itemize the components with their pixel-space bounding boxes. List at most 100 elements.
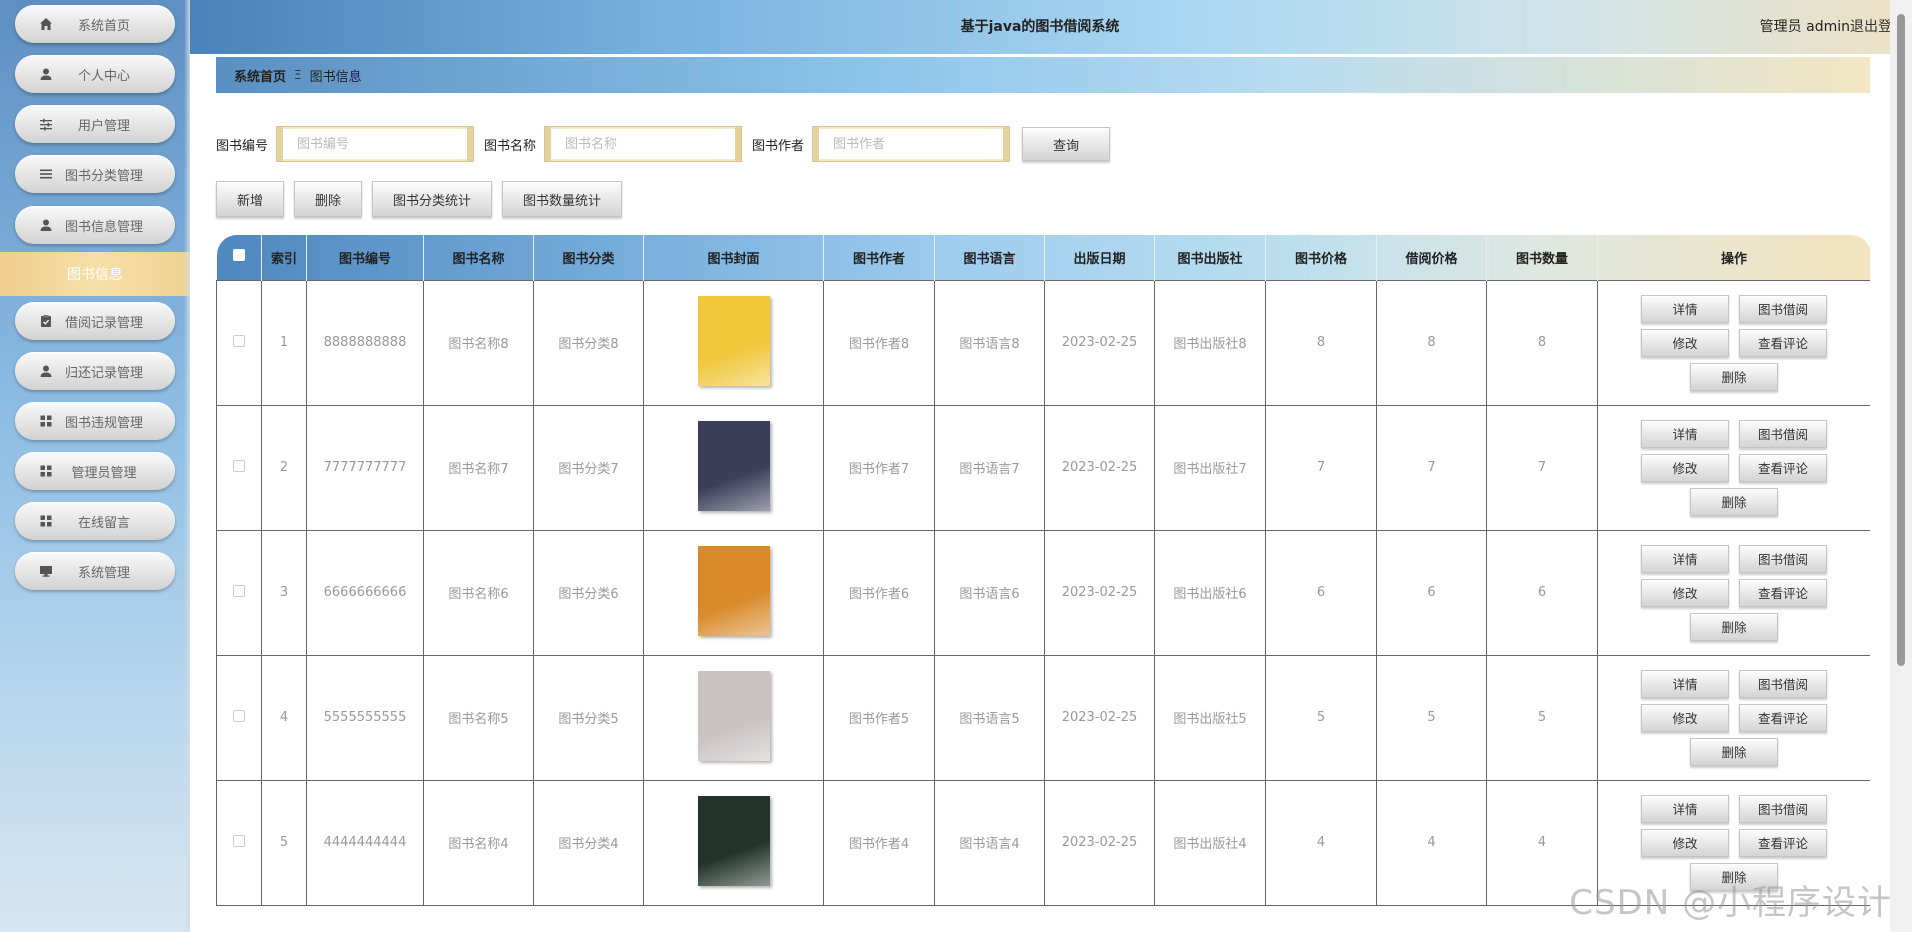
row-delete-button[interactable]: 删除 (1690, 487, 1778, 516)
sidebar-item-10[interactable]: 在线留言 (15, 502, 175, 540)
book-author-label: 图书作者 (752, 138, 805, 154)
detail-button[interactable]: 详情 (1641, 794, 1729, 823)
borrow-button[interactable]: 图书借阅 (1739, 544, 1827, 573)
sidebar-item-1[interactable]: 系统首页 (15, 5, 175, 43)
add-button[interactable]: 新增 (216, 181, 285, 217)
sidebar-item-3[interactable]: 用户管理 (15, 105, 175, 143)
row-select-cell[interactable] (216, 404, 262, 531)
cell-index: 2 (261, 404, 307, 531)
view-comments-button[interactable]: 查看评论 (1739, 328, 1827, 357)
quantity-stats-button[interactable]: 图书数量统计 (502, 181, 623, 217)
book-cover-image (697, 420, 770, 511)
cell-quantity: 7 (1486, 404, 1598, 531)
home-icon (37, 15, 55, 33)
sidebar-item-label: 归还记录管理 (64, 365, 143, 381)
borrow-button[interactable]: 图书借阅 (1739, 419, 1827, 448)
book-author-input[interactable] (812, 126, 1011, 162)
batch-delete-button[interactable]: 删除 (294, 181, 363, 217)
view-comments-button[interactable]: 查看评论 (1739, 453, 1827, 482)
edit-button[interactable]: 修改 (1641, 578, 1729, 607)
detail-button[interactable]: 详情 (1641, 544, 1729, 573)
sidebar-item-9[interactable]: 管理员管理 (15, 452, 175, 490)
view-comments-button[interactable]: 查看评论 (1739, 703, 1827, 732)
row-select-cell[interactable] (216, 279, 262, 406)
row-delete-button[interactable]: 删除 (1690, 362, 1778, 391)
cell-publisher: 图书出版社6 (1154, 529, 1266, 656)
sidebar-item-11[interactable]: 系统管理 (15, 552, 175, 590)
cell-author: 图书作者4 (823, 779, 935, 906)
select-all-checkbox[interactable] (232, 249, 245, 262)
borrow-button[interactable]: 图书借阅 (1739, 794, 1827, 823)
detail-button[interactable]: 详情 (1641, 419, 1729, 448)
query-button[interactable]: 查询 (1022, 127, 1111, 161)
sidebar-subitem-book-info[interactable]: 图书信息 (0, 252, 190, 296)
cell-code: 5555555555 (306, 654, 424, 781)
sidebar-item-7[interactable]: 归还记录管理 (15, 352, 175, 390)
book-cover-image (697, 795, 770, 886)
op-row: 修改 查看评论 (1641, 328, 1827, 357)
scrollbar-thumb[interactable] (1897, 14, 1905, 666)
edit-button[interactable]: 修改 (1641, 828, 1729, 857)
book-cover-image (697, 670, 770, 761)
sidebar-item-6[interactable]: 借阅记录管理 (15, 302, 175, 340)
cell-borrow-price: 6 (1376, 529, 1487, 656)
cell-index: 1 (261, 279, 307, 406)
edit-button[interactable]: 修改 (1641, 703, 1729, 732)
book-cover-image (697, 545, 770, 636)
cell-index: 4 (261, 654, 307, 781)
row-select-cell[interactable] (216, 529, 262, 656)
row-checkbox[interactable] (233, 834, 245, 847)
select-all-header[interactable] (216, 235, 262, 280)
column-header: 出版日期 (1044, 235, 1155, 280)
book-name-input[interactable] (544, 126, 743, 162)
sidebar-item-2[interactable]: 个人中心 (15, 55, 175, 93)
cell-index: 5 (261, 779, 307, 906)
detail-button[interactable]: 详情 (1641, 294, 1729, 323)
sidebar-item-5[interactable]: 图书信息管理 (15, 206, 175, 244)
cell-borrow-price: 8 (1376, 279, 1487, 406)
sidebar-item-8[interactable]: 图书违规管理 (15, 402, 175, 440)
view-comments-button[interactable]: 查看评论 (1739, 578, 1827, 607)
row-select-cell[interactable] (216, 654, 262, 781)
row-delete-button[interactable]: 删除 (1690, 737, 1778, 766)
edit-button[interactable]: 修改 (1641, 328, 1729, 357)
cell-author: 图书作者7 (823, 404, 935, 531)
category-stats-button[interactable]: 图书分类统计 (372, 181, 493, 217)
op-row: 详情 图书借阅 (1641, 794, 1827, 823)
row-checkbox[interactable] (233, 584, 245, 597)
cell-code: 7777777777 (306, 404, 424, 531)
row-delete-button[interactable]: 删除 (1690, 612, 1778, 641)
row-checkbox[interactable] (233, 459, 245, 472)
person-icon (37, 65, 55, 83)
cell-name: 图书名称4 (423, 779, 534, 906)
row-checkbox[interactable] (233, 709, 245, 722)
person-icon (37, 362, 55, 380)
table-row: 2 7777777777 图书名称7 图书分类7 图书作者7 图书语言7 2023-02-2… (216, 404, 1870, 531)
sidebar-item-4[interactable]: 图书分类管理 (15, 155, 175, 193)
borrow-button[interactable]: 图书借阅 (1739, 669, 1827, 698)
detail-button[interactable]: 详情 (1641, 669, 1729, 698)
book-code-input[interactable] (276, 126, 475, 162)
edit-button[interactable]: 修改 (1641, 453, 1729, 482)
cell-author: 图书作者8 (823, 279, 935, 406)
table-row: 1 8888888888 图书名称8 图书分类8 图书作者8 图书语言8 2023-02-2… (216, 279, 1870, 406)
book-name-label: 图书名称 (484, 138, 537, 154)
op-row: 修改 查看评论 (1641, 828, 1827, 857)
cell-publisher: 图书出版社4 (1154, 779, 1266, 906)
watermark: CSDN @小程序设计 (1569, 883, 1892, 923)
breadcrumb-home[interactable]: 系统首页 (234, 66, 286, 85)
column-header: 图书编号 (306, 235, 424, 280)
page-scrollbar[interactable] (1890, 0, 1912, 932)
row-select-cell[interactable] (216, 779, 262, 906)
cell-author: 图书作者6 (823, 529, 935, 656)
column-header: 借阅价格 (1376, 235, 1487, 280)
view-comments-button[interactable]: 查看评论 (1739, 828, 1827, 857)
cell-borrow-price: 5 (1376, 654, 1487, 781)
borrow-button[interactable]: 图书借阅 (1739, 294, 1827, 323)
op-row: 修改 查看评论 (1641, 453, 1827, 482)
cell-price: 8 (1265, 279, 1377, 406)
row-checkbox[interactable] (233, 334, 245, 347)
cell-price: 5 (1265, 654, 1377, 781)
person-icon (37, 216, 55, 234)
cell-date: 2023-02-25 (1044, 779, 1155, 906)
